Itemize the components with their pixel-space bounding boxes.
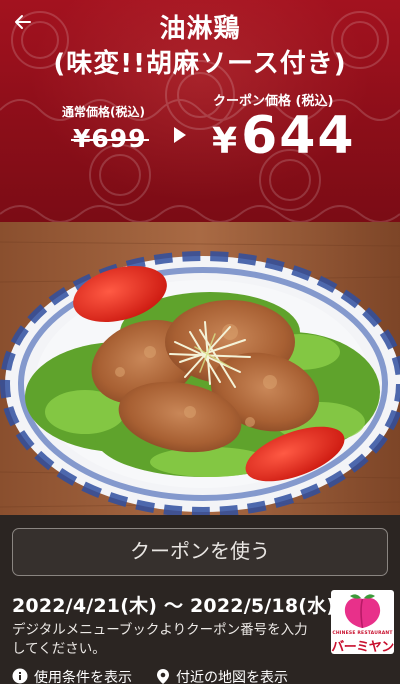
food-photo bbox=[0, 222, 400, 522]
validity-period: 2022/4/21(木) 〜 2022/5/18(水) bbox=[12, 595, 336, 617]
coupon-price-value: 644 bbox=[241, 106, 356, 166]
coupon-price: ¥644 bbox=[212, 108, 356, 176]
regular-price-label: 通常価格(税込) bbox=[62, 105, 145, 119]
link-row: 使用条件を表示 付近の地図を表示 bbox=[12, 667, 400, 684]
back-button[interactable] bbox=[8, 8, 38, 36]
coupon-panel: クーポンを使う 2022/4/21(木) 〜 2022/5/18(水) デジタル… bbox=[0, 515, 400, 684]
use-coupon-button[interactable]: クーポンを使う bbox=[12, 528, 388, 576]
title-line-2: (味変!!胡麻ソース付き) bbox=[53, 49, 347, 79]
regular-price: ¥699 bbox=[71, 124, 149, 153]
peach-icon bbox=[344, 594, 381, 629]
logo-name: バーミヤン bbox=[331, 640, 394, 654]
coupon-price-currency: ¥ bbox=[212, 121, 238, 162]
location-pin-icon bbox=[156, 668, 170, 684]
strikethrough-line bbox=[71, 139, 149, 142]
map-link[interactable]: 付近の地図を表示 bbox=[156, 667, 288, 684]
coupon-note: デジタルメニューブックよりクーポン番号を入力してください。 bbox=[12, 622, 308, 657]
terms-link[interactable]: 使用条件を表示 bbox=[12, 667, 132, 684]
coupon-header: 油淋鶏 (味変!!胡麻ソース付き) 通常価格(税込) ¥699 クーポン価格 (… bbox=[0, 0, 400, 222]
page-title: 油淋鶏 (味変!!胡麻ソース付き) bbox=[40, 12, 360, 82]
info-icon bbox=[12, 668, 28, 684]
title-line-1: 油淋鶏 bbox=[159, 14, 241, 44]
price-arrow-icon bbox=[174, 127, 186, 143]
terms-link-label: 使用条件を表示 bbox=[34, 670, 132, 684]
arrow-left-icon bbox=[15, 15, 31, 29]
map-link-label: 付近の地図を表示 bbox=[176, 670, 288, 684]
bamiyan-logo: CHINESE RESTAURANT バーミヤン bbox=[331, 590, 394, 654]
